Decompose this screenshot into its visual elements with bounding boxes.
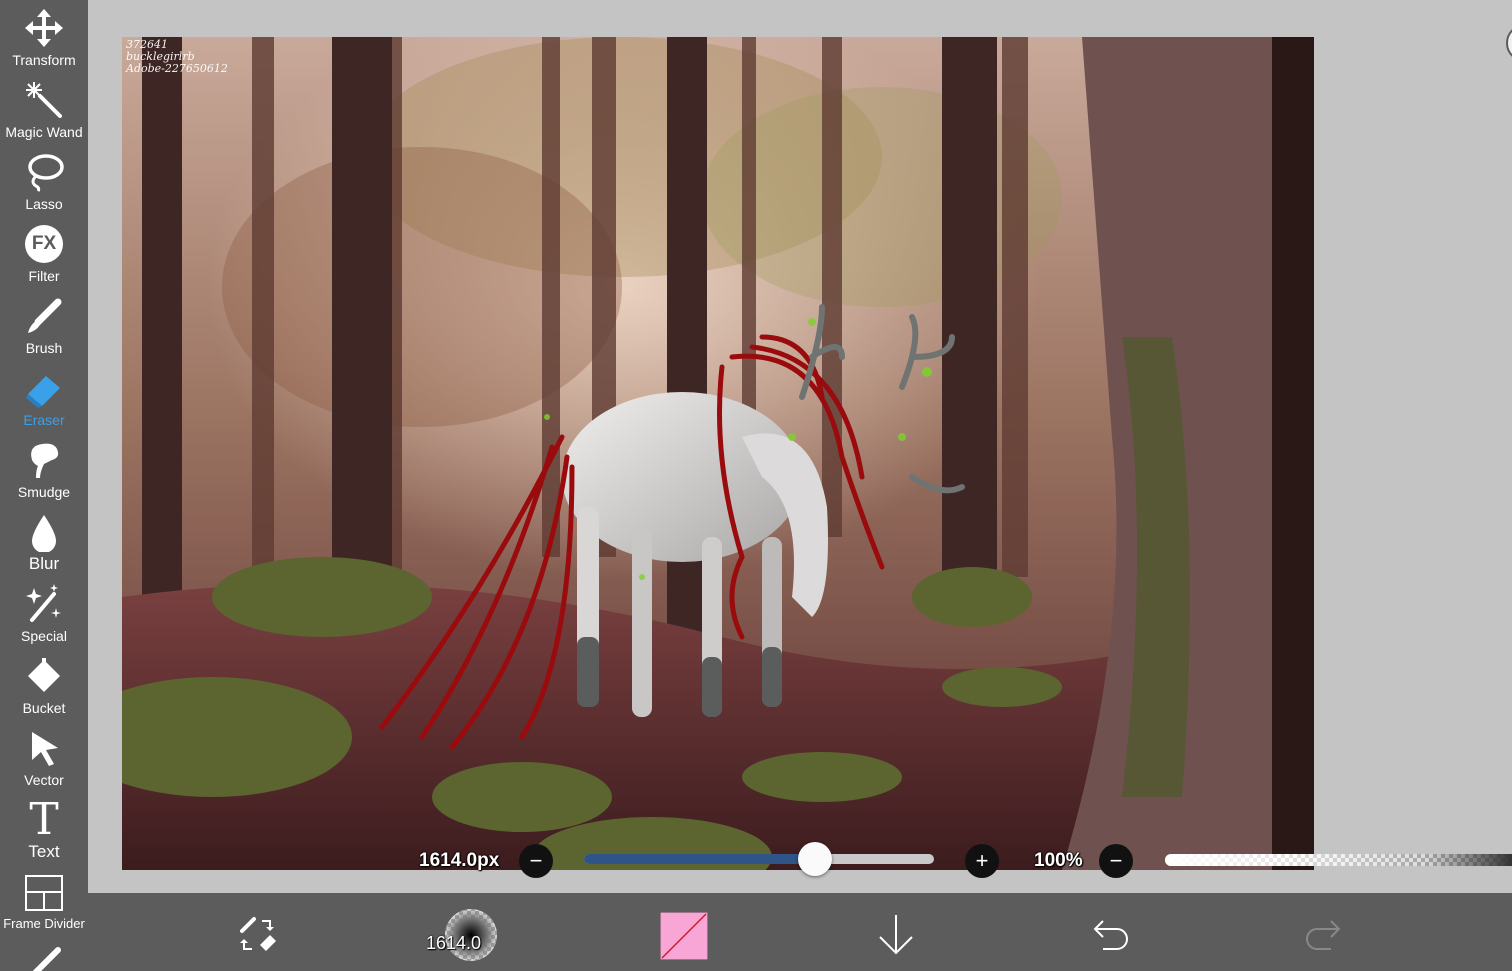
watermark-text: 372641 bucklegirlrb Adobe-227650612 bbox=[126, 39, 228, 75]
current-color-button[interactable] bbox=[660, 912, 708, 960]
bucket-icon bbox=[22, 654, 66, 698]
opacity-slider-gradient bbox=[1165, 854, 1512, 866]
color-swatch bbox=[660, 912, 708, 960]
download-button[interactable] bbox=[876, 913, 916, 957]
brush-preview-label: 1614.0 bbox=[426, 933, 482, 953]
bottom-toolbar: 1614.0 bbox=[88, 893, 1512, 971]
size-slider-fill bbox=[584, 854, 815, 864]
tool-lasso[interactable]: Lasso bbox=[0, 144, 88, 216]
tool-smudge[interactable]: Smudge bbox=[0, 432, 88, 504]
tool-label: Magic Wand bbox=[5, 124, 83, 140]
tool-label: Transform bbox=[12, 52, 76, 68]
text-icon-glyph: T bbox=[29, 794, 59, 845]
tool-vector[interactable]: Vector bbox=[0, 720, 88, 792]
tool-text[interactable]: T Text bbox=[0, 792, 88, 864]
size-slider-thumb[interactable] bbox=[798, 842, 832, 876]
size-increase-button[interactable]: + bbox=[965, 844, 999, 878]
tool-sidebar: Transform Magic Wand Lasso FX Filter Bru… bbox=[0, 0, 88, 971]
smudge-icon bbox=[22, 438, 66, 482]
tool-label: Brush bbox=[25, 340, 63, 356]
opacity-label: 100% bbox=[1034, 850, 1083, 871]
tool-label: Eraser bbox=[23, 412, 65, 428]
tool-frame-divider[interactable]: Frame Divider bbox=[0, 864, 88, 936]
opacity-decrease-button[interactable]: − bbox=[1099, 844, 1133, 878]
canvas-area[interactable]: 372641 bucklegirlrb Adobe-227650612 bbox=[88, 0, 1512, 893]
tool-label: Vector bbox=[24, 772, 64, 788]
side-circle-button[interactable] bbox=[1506, 24, 1512, 62]
text-icon: T bbox=[22, 798, 66, 842]
brush-icon bbox=[22, 294, 66, 338]
tool-bucket[interactable]: Bucket bbox=[0, 648, 88, 720]
opacity-slider[interactable] bbox=[1165, 854, 1512, 866]
tool-special[interactable]: Special bbox=[0, 576, 88, 648]
artwork-canvas[interactable]: 372641 bucklegirlrb Adobe-227650612 bbox=[122, 37, 1314, 870]
magic-wand-icon bbox=[22, 78, 66, 122]
fx-icon-text: FX bbox=[25, 225, 63, 263]
brush-size-label: 1614.0px bbox=[419, 850, 500, 871]
tool-magic-wand[interactable]: Magic Wand bbox=[0, 72, 88, 144]
sparkle-wand-icon bbox=[22, 582, 66, 626]
undo-icon bbox=[1093, 920, 1128, 950]
tool-label: Blur bbox=[28, 554, 60, 573]
frame-divider-icon bbox=[22, 870, 66, 914]
watermark-line: Adobe-227650612 bbox=[126, 62, 228, 75]
move-arrows-icon bbox=[22, 6, 66, 50]
tool-label: Lasso bbox=[25, 196, 63, 212]
tool-label: Filter bbox=[28, 268, 60, 284]
size-decrease-button[interactable]: − bbox=[519, 844, 553, 878]
vector-cursor-icon bbox=[22, 726, 66, 770]
tool-more-brush[interactable] bbox=[0, 936, 88, 971]
brush-size-slider[interactable] bbox=[584, 842, 934, 876]
tool-label: Text bbox=[28, 842, 60, 861]
lasso-icon bbox=[22, 150, 66, 194]
tool-label: Special bbox=[21, 628, 67, 644]
eraser-icon bbox=[22, 366, 66, 410]
redo-icon bbox=[1306, 920, 1341, 950]
tool-label: Smudge bbox=[17, 484, 71, 500]
swap-brush-eraser-button[interactable] bbox=[236, 913, 280, 957]
tool-label: Bucket bbox=[22, 700, 66, 716]
tool-blur[interactable]: Blur bbox=[0, 504, 88, 576]
fx-icon: FX bbox=[22, 222, 66, 266]
arrow-down-icon bbox=[879, 915, 913, 955]
undo-button[interactable] bbox=[1090, 917, 1130, 953]
brush-eraser-swap-icon bbox=[240, 917, 276, 951]
redo-button[interactable] bbox=[1304, 917, 1344, 953]
tool-transform[interactable]: Transform bbox=[0, 0, 88, 72]
pencil-icon bbox=[22, 942, 66, 971]
tool-filter[interactable]: FX Filter bbox=[0, 216, 88, 288]
forest-scene-image bbox=[122, 37, 1314, 870]
tool-eraser[interactable]: Eraser bbox=[0, 360, 88, 432]
tool-label: Frame Divider bbox=[3, 916, 85, 931]
tool-brush[interactable]: Brush bbox=[0, 288, 88, 360]
blur-drop-icon bbox=[22, 510, 66, 554]
